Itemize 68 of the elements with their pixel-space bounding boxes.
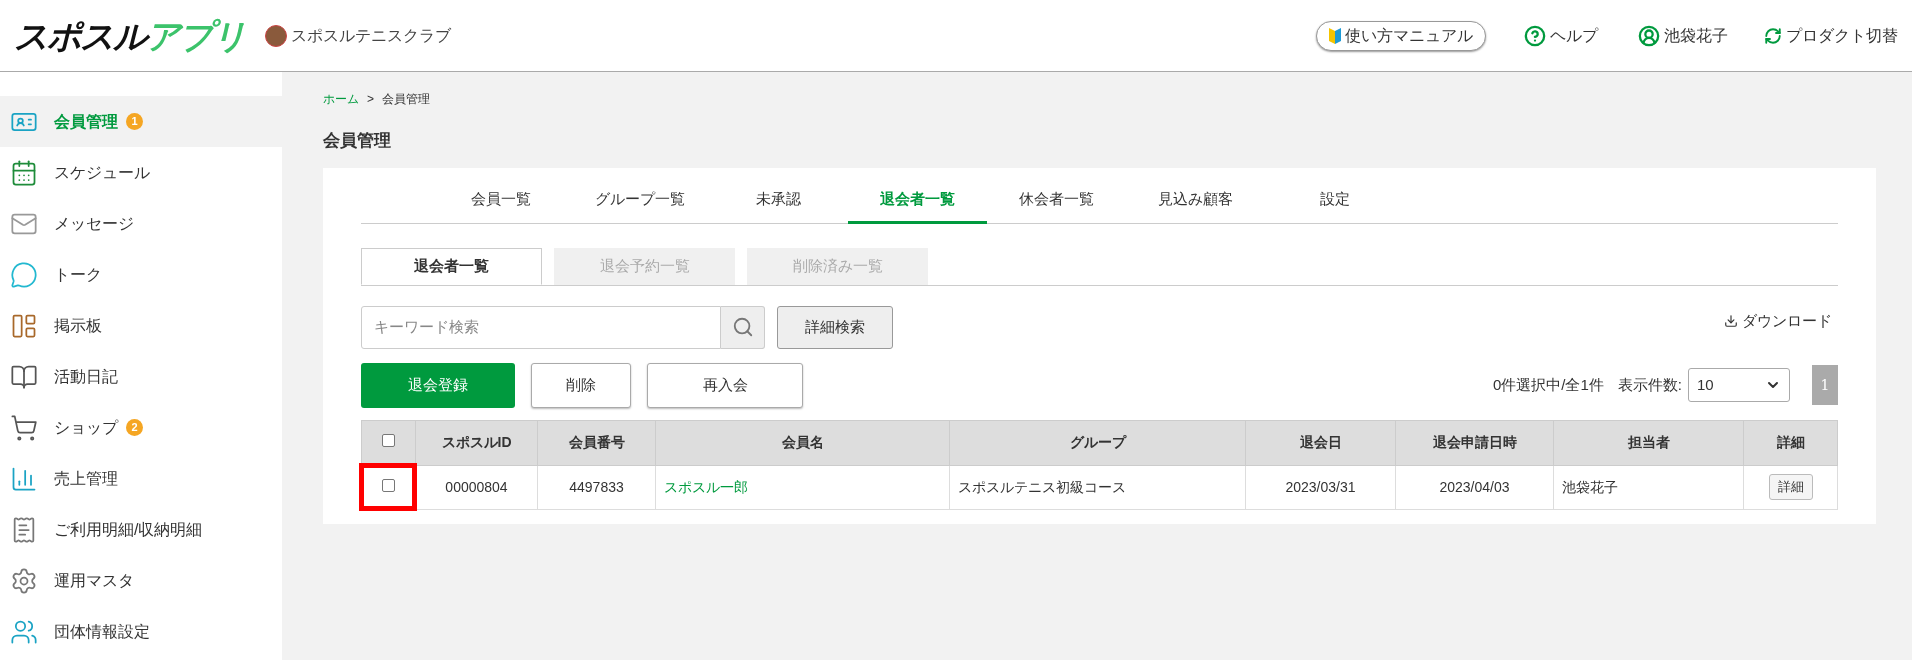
sidebar-item[interactable]: トーク xyxy=(0,249,282,300)
column-header: グループ xyxy=(949,420,1246,465)
page-size-label: 表示件数: xyxy=(1617,374,1682,395)
tab[interactable]: 会員一覧 xyxy=(431,177,570,224)
table-cell: 2023/04/03 xyxy=(1439,478,1510,495)
primary-button[interactable]: 退会登録 xyxy=(361,362,515,408)
breadcrumb-separator: > xyxy=(367,91,374,108)
tab[interactable]: グループ一覧 xyxy=(570,177,709,224)
tab[interactable]: 設定 xyxy=(1265,177,1404,224)
column-header: 会員番号 xyxy=(537,420,656,465)
table-cell: スポスルテニス初級コース xyxy=(958,478,1126,495)
count-badge: 1 xyxy=(126,113,143,130)
tab[interactable]: 退会者一覧 xyxy=(848,177,987,224)
column-header: スポスルID xyxy=(415,420,538,465)
tab[interactable]: 休会者一覧 xyxy=(987,177,1126,224)
sidebar-item[interactable]: 運用マスタ xyxy=(0,555,282,606)
gears-icon xyxy=(10,566,38,595)
search-field[interactable]: キーワード検索 xyxy=(361,305,721,349)
table-cell: 4497833 xyxy=(569,478,624,495)
page-size-select[interactable]: 10 xyxy=(1688,368,1790,402)
column-header: 会員名 xyxy=(655,420,950,465)
tab[interactable]: 未承認 xyxy=(709,177,848,224)
column-header: 退会申請日時 xyxy=(1395,420,1554,465)
secondary-button[interactable]: 再入会 xyxy=(647,362,803,408)
calendar-icon xyxy=(10,158,38,187)
detail-button[interactable]: 詳細 xyxy=(1768,474,1813,500)
subtab[interactable]: 退会者一覧 xyxy=(361,247,542,285)
column-header: 詳細 xyxy=(1743,420,1838,465)
beginner-mark-icon xyxy=(1329,27,1341,44)
help-link[interactable]: ヘルプ xyxy=(1524,23,1598,48)
row-checkbox[interactable] xyxy=(382,478,395,492)
sidebar-item[interactable]: メッセージ xyxy=(0,198,282,249)
product-switch-link[interactable]: プロダクト切替 xyxy=(1764,23,1898,48)
page-title: 会員管理 xyxy=(323,130,392,152)
sidebar-item[interactable]: スケジュール xyxy=(0,147,282,198)
sidebar-item[interactable]: 掲示板 xyxy=(0,300,282,351)
secondary-button[interactable]: 削除 xyxy=(531,362,631,408)
shopping-cart-icon xyxy=(10,413,38,442)
app-logo[interactable]: スポスルアプリ xyxy=(14,18,245,53)
select-all-checkbox[interactable] xyxy=(382,434,395,447)
chat-bubble-icon xyxy=(10,260,38,289)
search-button[interactable] xyxy=(721,305,765,349)
member-name-link[interactable]: スポスル一郎 xyxy=(664,478,748,495)
sidebar-item[interactable]: 団体情報設定 xyxy=(0,606,282,657)
club-name: スポスルテニスクラブ xyxy=(291,25,451,46)
download-icon xyxy=(1724,314,1738,328)
sidebar-item[interactable]: ショップ 2 xyxy=(0,402,282,453)
help-icon xyxy=(1524,24,1546,47)
table-cell: 00000804 xyxy=(445,478,508,495)
download-link[interactable]: ダウンロード xyxy=(1724,309,1832,333)
advanced-search-button[interactable]: 詳細検索 xyxy=(777,305,893,349)
refresh-icon xyxy=(1764,26,1782,45)
user-menu[interactable]: 池袋花子 xyxy=(1638,23,1728,48)
tab[interactable]: 見込み顧客 xyxy=(1126,177,1265,224)
sidebar-item[interactable]: 活動日記 xyxy=(0,351,282,402)
club-avatar xyxy=(265,24,287,47)
table-cell: 池袋花子 xyxy=(1562,478,1618,495)
user-icon xyxy=(1638,24,1660,47)
search-icon xyxy=(731,316,754,338)
sidebar-item[interactable]: ご利用明細/収納明細 xyxy=(0,504,282,555)
breadcrumb-current: 会員管理 xyxy=(382,91,430,108)
manual-button[interactable]: 使い方マニュアル xyxy=(1316,20,1486,51)
selection-summary: 0件選択中/全1件 xyxy=(1492,374,1604,395)
column-header: 退会日 xyxy=(1245,420,1396,465)
table-cell: 2023/03/31 xyxy=(1285,478,1356,495)
count-badge: 2 xyxy=(126,419,143,436)
sidebar-item[interactable]: 売上管理 xyxy=(0,453,282,504)
column-header: 担当者 xyxy=(1553,420,1744,465)
